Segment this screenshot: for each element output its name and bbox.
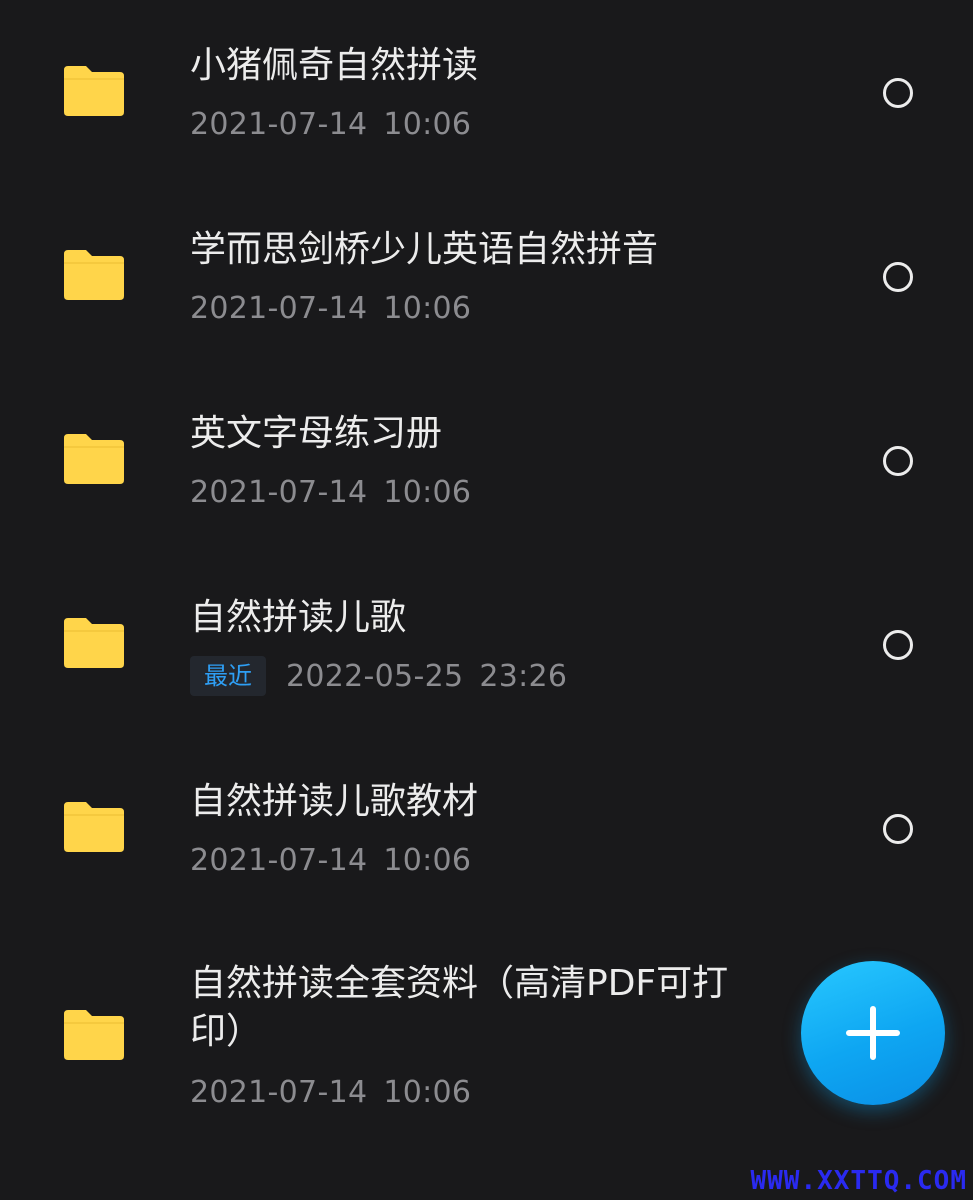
folder-icon	[64, 66, 124, 116]
file-date: 2022-05-25 23:26	[286, 658, 568, 694]
file-meta: 2021-07-14 10:06	[190, 288, 471, 328]
file-row-5[interactable]: 自然拼读儿歌教材 2021-07-14 10:06	[0, 736, 973, 920]
select-radio-icon[interactable]	[883, 630, 913, 660]
file-date: 2021-07-14 10:06	[190, 106, 472, 142]
folder-icon	[64, 1010, 124, 1060]
file-name: 学而思剑桥少儿英语自然拼音	[190, 229, 659, 270]
select-radio-icon[interactable]	[883, 446, 913, 476]
file-name: 小猪佩奇自然拼读	[190, 45, 479, 86]
file-meta: 2021-07-14 10:06	[190, 104, 471, 144]
folder-icon	[64, 434, 124, 484]
select-radio-icon[interactable]	[883, 262, 913, 292]
folder-icon	[64, 250, 124, 300]
file-row-1[interactable]: 小猪佩奇自然拼读 2021-07-14 10:06	[0, 0, 973, 184]
file-meta: 2021-07-14 10:06	[190, 1072, 471, 1112]
file-name: 自然拼读儿歌教材	[190, 781, 479, 822]
file-meta: 2021-07-14 10:06	[190, 840, 471, 880]
file-name: 自然拼读全套资料（高清PDF可打印）	[190, 963, 729, 1052]
folder-icon	[64, 618, 124, 668]
select-radio-icon[interactable]	[883, 814, 913, 844]
file-name: 自然拼读儿歌	[190, 597, 407, 638]
file-date: 2021-07-14 10:06	[190, 842, 472, 878]
file-name: 英文字母练习册	[190, 413, 443, 454]
select-radio-icon[interactable]	[883, 78, 913, 108]
file-date: 2021-07-14 10:06	[190, 474, 472, 510]
plus-icon	[846, 1006, 900, 1060]
file-date: 2021-07-14 10:06	[190, 290, 472, 326]
file-meta: 最近 2022-05-25 23:26	[190, 656, 567, 696]
add-button[interactable]	[801, 961, 945, 1105]
folder-icon	[64, 802, 124, 852]
watermark: WWW.XXTTQ.COM	[750, 1166, 967, 1196]
recent-badge: 最近	[190, 656, 266, 696]
file-row-4[interactable]: 自然拼读儿歌 最近 2022-05-25 23:26	[0, 552, 973, 736]
file-row-3[interactable]: 英文字母练习册 2021-07-14 10:06	[0, 368, 973, 552]
file-row-2[interactable]: 学而思剑桥少儿英语自然拼音 2021-07-14 10:06	[0, 184, 973, 368]
file-meta: 2021-07-14 10:06	[190, 472, 471, 512]
file-date: 2021-07-14 10:06	[190, 1074, 472, 1110]
